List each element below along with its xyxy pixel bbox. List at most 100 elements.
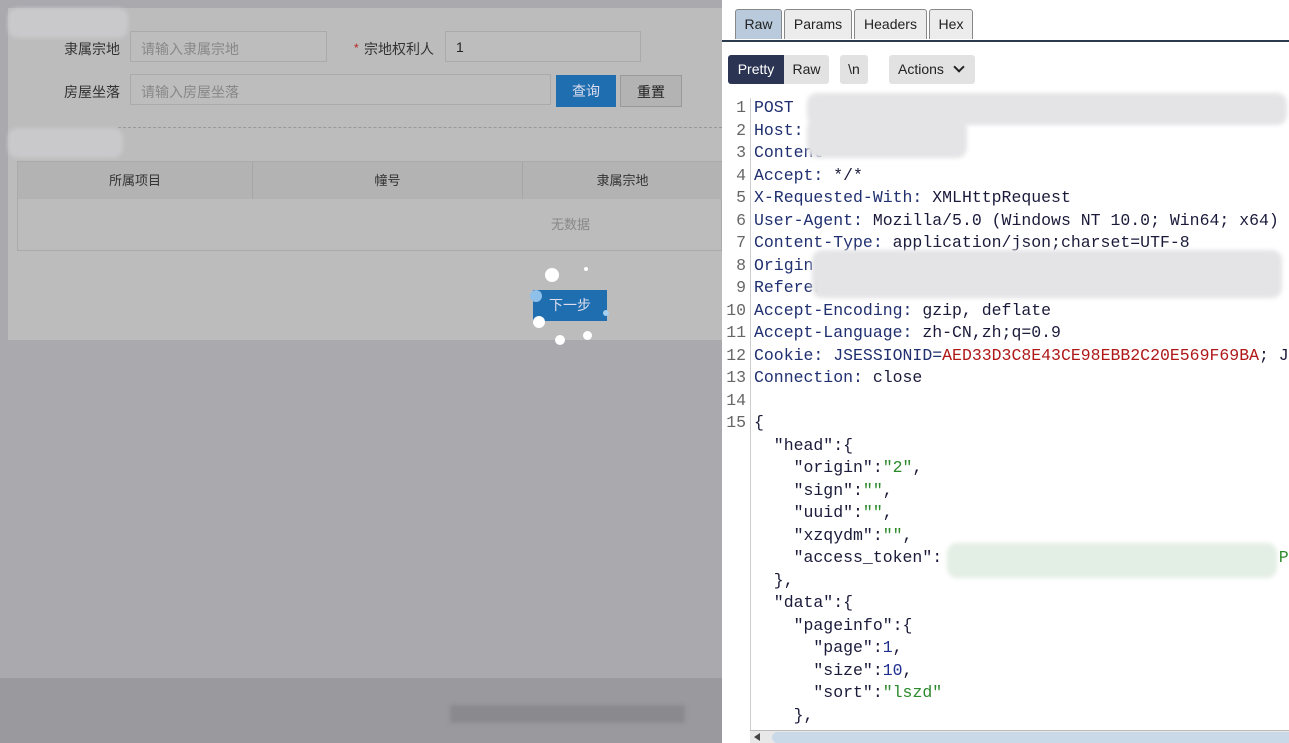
code-token: Cookie: (754, 345, 834, 365)
code-token: { (754, 413, 764, 432)
code-line: Host: (754, 121, 804, 140)
pretty-toggle[interactable]: Pretty (728, 55, 784, 84)
code-line: "head":{ (754, 436, 853, 455)
line-number: 12 (726, 345, 746, 365)
field-label-owner: 宗地权利人 (364, 41, 434, 57)
code-token: "page": (754, 638, 883, 657)
reset-button[interactable]: 重置 (620, 75, 682, 107)
redacted-origin-referer (812, 250, 1282, 298)
code-line: "page":1, (754, 638, 903, 657)
code-line: Cookie: JSESSIONID=AED33D3C8E43CE98EBB2C… (754, 346, 1289, 365)
code-token: "" (862, 503, 883, 522)
code-line: Connection: close (754, 368, 922, 387)
line-number: 1 (736, 98, 746, 117)
code-token: "uuid": (754, 503, 863, 522)
code-token: , (902, 525, 913, 545)
code-token: ; J (1259, 345, 1289, 365)
code-line: { (754, 413, 764, 432)
query-button[interactable]: 查询 (556, 75, 616, 107)
actions-dropdown[interactable]: Actions (889, 55, 975, 84)
line-number: 8 (736, 255, 746, 275)
line-number: 2 (736, 120, 746, 140)
line-number: 15 (726, 413, 746, 432)
divider (118, 127, 722, 128)
field-label-location: 房屋坐落 (64, 84, 120, 100)
code-token: Mozilla/5.0 (Windows NT 10.0; Win64; x64… (872, 210, 1279, 230)
code-token: "sign": (754, 480, 863, 500)
code-token: "access_token": (754, 548, 943, 567)
web-app-panel: 隶属宗地 请输入隶属宗地 * 宗地权利人 1 房屋坐落 请输入房屋坐落 查询 重… (0, 0, 723, 743)
column-header-parcel: 隶属宗地 (523, 162, 723, 199)
scroll-thumb[interactable] (772, 732, 1289, 743)
line-number: 9 (736, 278, 746, 297)
code-token: JSESSIONID= (833, 345, 943, 365)
code-token: zh-CN,zh;q=0.9 (922, 323, 1061, 342)
code-token: , (912, 458, 923, 477)
code-token: X-Requested-With: (754, 188, 933, 207)
footer (0, 678, 722, 743)
line-number: 10 (726, 300, 746, 320)
code-token: "" (882, 525, 903, 545)
code-token: Host: (754, 120, 804, 140)
line-number: 3 (736, 143, 746, 162)
code-line: "size":10, (754, 661, 912, 680)
code-token: "2" (882, 458, 913, 477)
line-number: 6 (736, 210, 746, 230)
code-token: "origin": (754, 458, 883, 477)
code-token: XMLHttpRequest (932, 188, 1071, 207)
tab-headers[interactable]: Headers (854, 9, 927, 39)
code-line: X-Requested-With: XMLHttpRequest (754, 188, 1071, 207)
code-token: , (892, 638, 903, 657)
request-editor[interactable]: 1 POST 2 Host: 3 Content 4 Accept: */* 5 X-Reques… (722, 93, 1289, 730)
request-tabs: Raw Params Headers Hex (722, 0, 1289, 42)
code-token: AED33D3C8E43CE98EBB2C20E569F69BA (942, 345, 1259, 365)
code-token: 1 (882, 638, 893, 657)
location-input[interactable]: 请输入房屋坐落 (130, 74, 551, 105)
parcel-input[interactable]: 请输入隶属宗地 (130, 31, 327, 62)
tab-raw[interactable]: Raw (735, 9, 782, 39)
redacted-host (807, 118, 967, 158)
code-token: "pageinfo":{ (754, 615, 913, 635)
code-token: 10 (882, 660, 903, 680)
code-line: }, (754, 706, 814, 725)
redacted-title (8, 8, 128, 38)
horizontal-scrollbar[interactable] (750, 730, 1289, 743)
line-gutter (750, 98, 751, 730)
tab-params[interactable]: Params (784, 9, 852, 39)
code-line: "sign":"", (754, 481, 893, 500)
code-line: Accept-Encoding: gzip, deflate (754, 301, 1051, 320)
code-line: "xzqydm":"", (754, 525, 913, 545)
newline-toggle[interactable]: \n (840, 55, 868, 84)
code-token: POST (754, 98, 794, 117)
owner-input[interactable]: 1 (445, 31, 641, 62)
line-number: 7 (736, 233, 746, 252)
field-label-parcel: 隶属宗地 (64, 41, 120, 57)
code-token: close (872, 368, 923, 387)
code-line: POST (754, 98, 794, 117)
next-step-button[interactable]: 下一步 (533, 290, 607, 321)
line-number: 5 (736, 188, 746, 207)
line-number: 11 (726, 323, 746, 342)
code-token: */* (833, 165, 863, 185)
code-token: User-Agent: (754, 210, 873, 230)
code-token: }, (754, 570, 794, 590)
code-line: Accept-Language: zh-CN,zh;q=0.9 (754, 323, 1061, 342)
code-token: , (882, 480, 893, 500)
code-line: User-Agent: Mozilla/5.0 (Windows NT 10.0… (754, 211, 1279, 230)
required-marker: * (354, 41, 359, 55)
code-line: "data":{ (754, 593, 853, 612)
column-header-building: 幢号 (253, 162, 523, 199)
line-number: 13 (726, 368, 746, 387)
scroll-left-icon[interactable] (754, 733, 760, 741)
code-line: Origin (754, 256, 813, 275)
raw-toggle[interactable]: Raw (784, 55, 829, 84)
tab-hex[interactable]: Hex (929, 9, 973, 39)
code-token: , (902, 660, 913, 680)
code-line: "origin":"2", (754, 458, 923, 477)
empty-message: 无数据 (550, 217, 590, 232)
redacted-footer-text (450, 705, 685, 723)
code-line: "pageinfo":{ (754, 615, 913, 635)
line-number: 4 (736, 165, 746, 185)
code-token: gzip, deflate (922, 300, 1052, 320)
code-token: "lszd" (882, 683, 943, 702)
